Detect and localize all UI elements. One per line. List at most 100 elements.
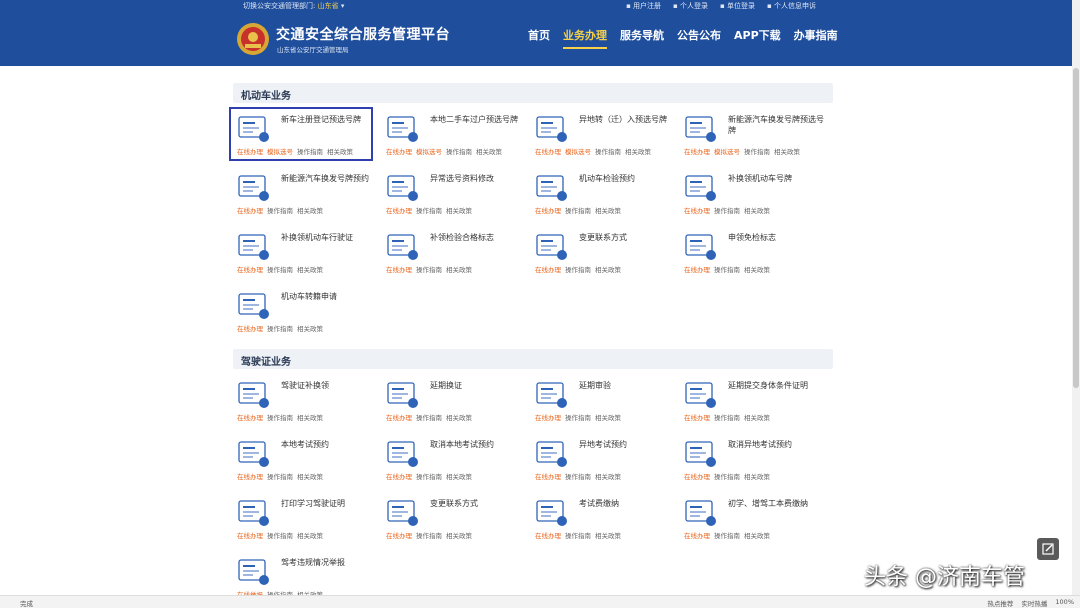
- vehicle-service-item[interactable]: 机动车检验预约在线办理 操作指南 相关政策: [533, 171, 681, 221]
- policy-link[interactable]: 相关政策: [297, 532, 323, 540]
- nav-guide[interactable]: 办事指南: [788, 27, 844, 53]
- nav-service-guide[interactable]: 服务导航: [614, 27, 670, 53]
- online-handle-link[interactable]: 在线办理: [386, 532, 412, 540]
- service-name[interactable]: 取消本地考试预约: [430, 439, 530, 450]
- service-name[interactable]: 变更联系方式: [579, 232, 679, 243]
- license-service-item[interactable]: 本地考试预约 在线办理 操作指南 相关政策: [235, 437, 383, 487]
- online-handle-link[interactable]: 在线办理: [535, 473, 561, 481]
- service-name[interactable]: 延期提交身体条件证明: [728, 380, 828, 391]
- online-handle-link[interactable]: 在线办理: [386, 266, 412, 274]
- online-handle-link[interactable]: 在线办理: [237, 325, 263, 333]
- online-handle-link[interactable]: 在线办理: [535, 532, 561, 540]
- online-handle-link[interactable]: 在线办理: [386, 414, 412, 422]
- simulate-pick-link[interactable]: 模拟选号: [714, 148, 740, 156]
- policy-link[interactable]: 相关政策: [595, 266, 621, 274]
- guide-link[interactable]: 操作指南: [565, 207, 591, 215]
- service-name[interactable]: 新能源汽车换发号牌预选号牌: [728, 114, 828, 136]
- online-handle-link[interactable]: 在线办理: [684, 207, 710, 215]
- vehicle-service-item[interactable]: 异常选号资料修改在线办理 操作指南 相关政策: [384, 171, 532, 221]
- scrollbar-thumb[interactable]: [1073, 68, 1079, 388]
- online-handle-link[interactable]: 在线办理: [535, 266, 561, 274]
- province-select[interactable]: 山东省: [318, 2, 339, 10]
- policy-link[interactable]: 相关政策: [297, 414, 323, 422]
- license-service-item[interactable]: 取消本地考试预约 在线办理 操作指南 相关政策: [384, 437, 532, 487]
- policy-link[interactable]: 相关政策: [446, 532, 472, 540]
- service-name[interactable]: 考试费缴纳: [579, 498, 679, 509]
- online-handle-link[interactable]: 在线办理: [684, 266, 710, 274]
- service-name[interactable]: 驾考违规情况举报: [281, 557, 381, 568]
- online-handle-link[interactable]: 在线办理: [386, 207, 412, 215]
- guide-link[interactable]: 操作指南: [416, 266, 442, 274]
- policy-link[interactable]: 相关政策: [476, 148, 502, 156]
- online-handle-link[interactable]: 在线办理: [237, 473, 263, 481]
- online-handle-link[interactable]: 在线办理: [535, 207, 561, 215]
- register-link[interactable]: ▪ 用户注册: [626, 1, 661, 11]
- service-name[interactable]: 机动车检验预约: [579, 173, 679, 184]
- license-service-item[interactable]: 取消异地考试预约 在线办理 操作指南 相关政策: [682, 437, 830, 487]
- vehicle-service-item[interactable]: 补换领机动车号牌 在线办理 操作指南 相关政策: [682, 171, 830, 221]
- service-name[interactable]: 变更联系方式: [430, 498, 530, 509]
- online-handle-link[interactable]: 在线办理: [386, 473, 412, 481]
- policy-link[interactable]: 相关政策: [446, 207, 472, 215]
- nav-announcements[interactable]: 公告公布: [671, 27, 727, 53]
- guide-link[interactable]: 操作指南: [267, 414, 293, 422]
- policy-link[interactable]: 相关政策: [297, 473, 323, 481]
- vehicle-service-item[interactable]: 新能源汽车换发号牌预约 在线办理 操作指南 相关政策: [235, 171, 383, 221]
- service-name[interactable]: 初学、增驾工本费缴纳: [728, 498, 828, 509]
- online-handle-link[interactable]: 在线办理: [237, 266, 263, 274]
- guide-link[interactable]: 操作指南: [267, 532, 293, 540]
- vehicle-service-item[interactable]: 本地二手车过户预选号牌 在线办理 模拟选号 操作指南 相关政策: [384, 112, 532, 162]
- online-handle-link[interactable]: 在线办理: [684, 414, 710, 422]
- online-handle-link[interactable]: 在线办理: [684, 473, 710, 481]
- policy-link[interactable]: 相关政策: [744, 473, 770, 481]
- guide-link[interactable]: 操作指南: [416, 207, 442, 215]
- online-handle-link[interactable]: 在线办理: [684, 532, 710, 540]
- service-name[interactable]: 本地二手车过户预选号牌: [430, 114, 530, 125]
- policy-link[interactable]: 相关政策: [446, 266, 472, 274]
- appeal-link[interactable]: ▪ 个人信息申诉: [767, 1, 816, 11]
- license-service-item[interactable]: 打印学习驾驶证明 在线办理 操作指南 相关政策: [235, 496, 383, 546]
- policy-link[interactable]: 相关政策: [297, 325, 323, 333]
- policy-link[interactable]: 相关政策: [297, 266, 323, 274]
- policy-link[interactable]: 相关政策: [744, 266, 770, 274]
- policy-link[interactable]: 相关政策: [625, 148, 651, 156]
- guide-link[interactable]: 操作指南: [744, 148, 770, 156]
- online-handle-link[interactable]: 在线办理: [237, 207, 263, 215]
- license-service-item[interactable]: 考试费缴纳在线办理 操作指南 相关政策: [533, 496, 681, 546]
- online-handle-link[interactable]: 在线办理: [535, 148, 561, 156]
- guide-link[interactable]: 操作指南: [267, 473, 293, 481]
- online-handle-link[interactable]: 在线办理: [386, 148, 412, 156]
- guide-link[interactable]: 操作指南: [416, 414, 442, 422]
- online-handle-link[interactable]: 在线办理: [535, 414, 561, 422]
- guide-link[interactable]: 操作指南: [714, 266, 740, 274]
- simulate-pick-link[interactable]: 模拟选号: [416, 148, 442, 156]
- online-handle-link[interactable]: 在线办理: [684, 148, 710, 156]
- vehicle-service-item[interactable]: 补领检验合格标志在线办理 操作指南 相关政策: [384, 230, 532, 280]
- service-name[interactable]: 补领检验合格标志: [430, 232, 530, 243]
- policy-link[interactable]: 相关政策: [595, 532, 621, 540]
- simulate-pick-link[interactable]: 模拟选号: [565, 148, 591, 156]
- service-name[interactable]: 异常选号资料修改: [430, 173, 530, 184]
- vehicle-service-item[interactable]: 申领免检标志 在线办理 操作指南 相关政策: [682, 230, 830, 280]
- service-name[interactable]: 延期审验: [579, 380, 679, 391]
- guide-link[interactable]: 操作指南: [565, 473, 591, 481]
- policy-link[interactable]: 相关政策: [595, 207, 621, 215]
- vehicle-service-item[interactable]: 机动车转籍申请 在线办理 操作指南 相关政策: [235, 289, 383, 339]
- guide-link[interactable]: 操作指南: [267, 207, 293, 215]
- service-name[interactable]: 取消异地考试预约: [728, 439, 828, 450]
- policy-link[interactable]: 相关政策: [446, 473, 472, 481]
- license-service-item[interactable]: 初学、增驾工本费缴纳 在线办理 操作指南 相关政策: [682, 496, 830, 546]
- guide-link[interactable]: 操作指南: [714, 207, 740, 215]
- guide-link[interactable]: 操作指南: [267, 266, 293, 274]
- policy-link[interactable]: 相关政策: [595, 414, 621, 422]
- service-name[interactable]: 补换领机动车号牌: [728, 173, 828, 184]
- service-name[interactable]: 补换领机动车行驶证: [281, 232, 381, 243]
- policy-link[interactable]: 相关政策: [446, 414, 472, 422]
- vehicle-service-item[interactable]: 变更联系方式在线办理 操作指南 相关政策: [533, 230, 681, 280]
- scrollbar[interactable]: [1072, 0, 1080, 596]
- guide-link[interactable]: 操作指南: [565, 532, 591, 540]
- license-service-item[interactable]: 驾驶证补换领 在线办理 操作指南 相关政策: [235, 378, 383, 428]
- policy-link[interactable]: 相关政策: [744, 532, 770, 540]
- guide-link[interactable]: 操作指南: [416, 532, 442, 540]
- guide-link[interactable]: 操作指南: [565, 266, 591, 274]
